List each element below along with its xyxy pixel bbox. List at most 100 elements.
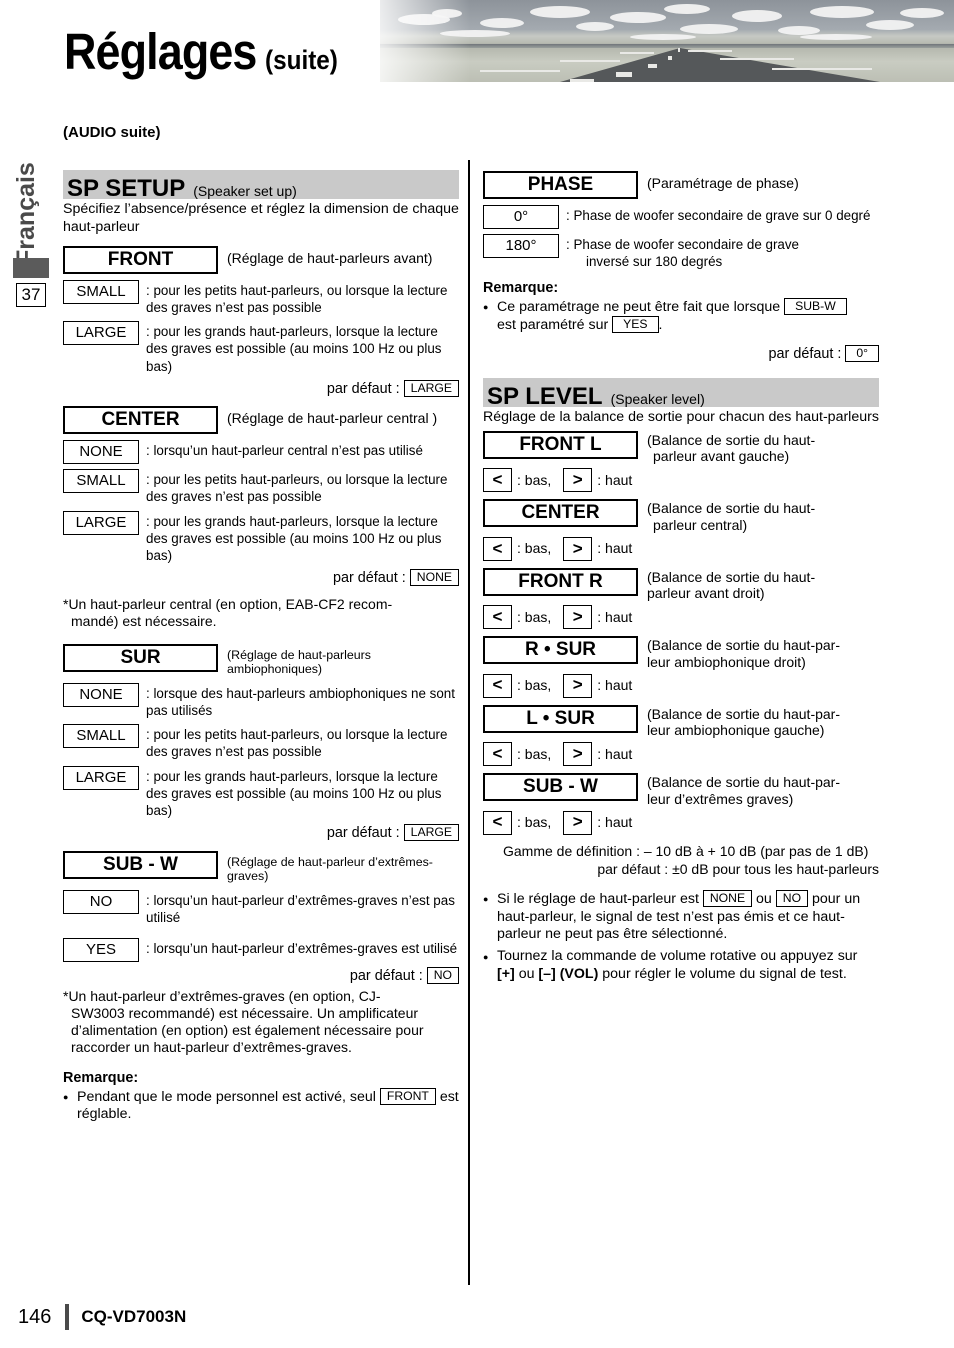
default-label: par défaut : [326,825,400,842]
default-label: par défaut : [768,346,842,363]
arrow-low-label: : bas, [517,471,552,488]
center-level-label-box[interactable]: CENTER [483,499,638,528]
default-value-tag: LARGE [403,824,459,842]
arrow-left-icon[interactable]: < [483,810,512,835]
column-divider [468,160,470,1285]
front-l-label-box[interactable]: FRONT L [483,430,638,459]
arrow-high-label: : haut [597,608,633,625]
phase-remarque-post: . [658,317,663,334]
option-value-box[interactable]: LARGE [63,510,139,535]
right-column: PHASE (Paramétrage de phase) 0° : Phase … [483,124,879,985]
center-caption: (Réglage de haut-parleur central ) [227,410,438,427]
option-text: : pour les grands haut-parleurs, lorsque… [146,513,442,563]
arrow-right-icon[interactable]: > [563,605,593,630]
group-phase: PHASE (Paramétrage de phase) [483,171,879,199]
level-sub-w: SUB - W (Balance de sortie du haut-par- … [483,773,879,807]
option-value-box[interactable]: SMALL [63,469,139,494]
arrow-left-icon[interactable]: < [483,536,512,561]
level-front-r: FRONT R (Balance de sortie du haut- parl… [483,567,879,601]
sub-w-footnote-l2: SW3003 recommandé) est nécessaire. Un am… [71,1004,419,1021]
option-text: : pour les petits haut-parleurs, ou lors… [146,282,448,316]
arrow-right-icon[interactable]: > [563,742,593,767]
sub-w-footnote-l3: d’alimentation (en option) est également… [71,1021,424,1038]
option-text: : pour les grands haut-parleurs, lorsque… [146,768,442,818]
option-text: : lorsqu’un haut-parleur d’extrêmes-grav… [146,892,455,926]
sub-w-tag: SUB-W [784,297,847,315]
arrow-left-icon[interactable]: < [483,605,512,630]
sur-option-small: SMALL : pour les petits haut-parleurs, o… [63,724,459,760]
option-value-box[interactable]: SMALL [63,279,139,304]
sp-setup-header: SP SETUP (Speaker set up) [63,170,459,202]
arrow-right-icon[interactable]: > [563,536,593,561]
option-value-box[interactable]: YES [63,938,139,963]
left-remarque-list: Pendant que le mode personnel est activé… [63,1087,459,1124]
level-center: CENTER (Balance de sortie du haut- parle… [483,499,879,533]
default-value-tag: NO [426,967,459,985]
phase-remarque-pre: Ce paramétrage ne peut être fait que lor… [497,298,781,315]
front-r-arrows: < : bas, > : haut [483,605,879,630]
default-value-tag: NONE [409,569,459,587]
option-value-box[interactable]: LARGE [63,765,139,790]
note1-pre: Si le réglage de haut-parleur est [497,891,699,908]
l-sur-label-box[interactable]: L • SUR [483,704,638,733]
note2-mid: ou [518,965,535,982]
arrow-left-icon[interactable]: < [483,673,512,698]
note2-pre: Tournez la commande de volume rotative o… [497,947,858,964]
phase-remarque-list: Ce paramétrage ne peut être fait que lor… [483,297,879,335]
left-remarque-heading: Remarque: [63,1070,139,1087]
sub-w-default: par défaut : NO [63,967,459,986]
sur-option-large: LARGE : pour les grands haut-parleurs, l… [63,765,459,819]
sidebar-marker [13,258,49,278]
sp-level-notes: Si le réglage de haut-parleur est NONE o… [483,890,879,983]
phase-label-box[interactable]: PHASE [483,171,638,199]
front-label-box[interactable]: FRONT [63,245,218,274]
option-value-box[interactable]: SMALL [63,724,139,749]
front-r-label-box[interactable]: FRONT R [483,567,638,596]
arrow-right-icon[interactable]: > [563,810,593,835]
center-option-none: NONE : lorsqu’un haut-parleur central n’… [63,440,459,465]
arrow-high-label: : haut [597,677,633,694]
sp-setup-subtitle: (Speaker set up) [193,183,297,200]
center-footnote: *Un haut-parleur central (en option, EAB… [63,596,459,630]
page-title: Réglages (suite) [64,22,346,81]
r-sur-arrows: < : bas, > : haut [483,673,879,698]
option-value-box[interactable]: LARGE [63,321,139,346]
option-value-box[interactable]: 0° [483,205,559,229]
r-sur-label-box[interactable]: R • SUR [483,636,638,665]
option-value-box[interactable]: NONE [63,440,139,465]
arrow-left-icon[interactable]: < [483,742,512,767]
group-sur: SUR (Réglage de haut-parleurs ambiophoni… [63,643,459,677]
note2-post: pour régler le volume du signal de test. [602,965,847,982]
sub-w-caption: (Réglage de haut-parleur d’extrêmes-grav… [227,854,433,884]
default-label: par défaut : [326,380,400,397]
sur-option-none: NONE : lorsque des haut-parleurs ambioph… [63,683,459,719]
arrow-left-icon[interactable]: < [483,468,512,493]
sub-w-level-caption: (Balance de sortie du haut-par- leur d’e… [647,774,840,807]
sub-w-footnote-l4: raccorder un haut-parleur d’extrêmes-gra… [71,1039,352,1056]
option-value-box[interactable]: 180° [483,234,559,258]
option-value-box[interactable]: NO [63,889,139,914]
front-option-large: LARGE : pour les grands haut-parleurs, l… [63,321,459,374]
sp-level-subtitle: (Speaker level) [610,390,705,407]
l-sur-caption: (Balance de sortie du haut-par- leur amb… [647,705,840,739]
phase-remarque-heading: Remarque: [483,280,559,297]
group-center: CENTER (Réglage de haut-parleur central … [63,406,459,435]
arrow-low-label: : bas, [517,745,552,762]
arrow-low-label: : bas, [517,814,552,831]
group-sub-w: SUB - W (Réglage de haut-parleur d’extrê… [63,850,459,884]
arrow-right-icon[interactable]: > [563,468,593,493]
sp-level-description: Réglage de la balance de sortie pour cha… [483,408,879,425]
sub-w-label-box[interactable]: SUB - W [63,850,218,879]
arrow-high-label: : haut [597,540,633,557]
arrow-high-label: : haut [597,745,633,762]
l-sur-arrows: < : bas, > : haut [483,742,879,767]
section-kicker: (AUDIO suite) [63,124,161,141]
sur-label-box[interactable]: SUR [63,643,218,672]
center-label-box[interactable]: CENTER [63,406,218,435]
sub-w-level-label-box[interactable]: SUB - W [483,773,638,802]
center-level-arrows: < : bas, > : haut [483,536,879,561]
option-value-box[interactable]: NONE [63,683,139,708]
sur-caption: (Réglage de haut-parleurs ambiophoniques… [227,647,371,677]
arrow-right-icon[interactable]: > [563,673,593,698]
arrow-high-label: : haut [597,814,633,831]
